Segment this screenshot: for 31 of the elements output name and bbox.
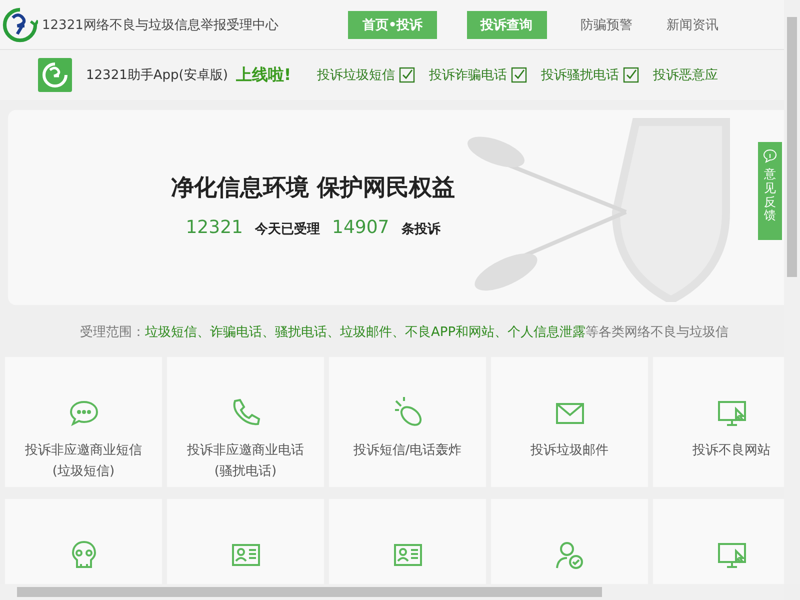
tile-label: 投诉非应邀商业短信 — [25, 442, 142, 459]
tile-label: (骚扰电话) — [214, 463, 277, 480]
complaint-tile[interactable]: 投诉短信/电话轰炸 — [329, 357, 486, 487]
site-title: 12321网络不良与垃圾信息举报受理中心 — [42, 16, 278, 34]
complaint-count: 14907 — [332, 217, 390, 238]
feature-label: 投诉诈骗电话 — [429, 67, 508, 84]
complaint-tile[interactable]: 投诉非应邀商业短信 (垃圾短信) — [5, 357, 162, 487]
count-unit: 条投诉 — [401, 221, 440, 238]
feature-label: 投诉垃圾短信 — [317, 67, 396, 84]
info-bubble-icon — [762, 148, 778, 164]
tile-label: 投诉短信/电话轰炸 — [353, 442, 462, 459]
complaint-tile[interactable]: 投诉垃圾邮件 — [491, 357, 648, 487]
hotline-number: 12321 — [186, 217, 243, 238]
feature-label: 投诉骚扰电话 — [541, 67, 620, 84]
user-check-icon — [554, 539, 586, 571]
tile-label: (垃圾短信) — [52, 463, 115, 480]
tile-label: 投诉垃圾邮件 — [530, 442, 608, 459]
tile-label: 投诉非应邀商业电话 — [187, 442, 304, 459]
complaint-tile[interactable]: 投诉非应邀商业电话 (骚扰电话) — [167, 357, 324, 487]
scope-text: 受理范围：垃圾短信、诈骗电话、骚扰电话、垃圾邮件、不良APP和网站、个人信息泄露等各类网络不良与垃圾信 — [80, 324, 730, 341]
complaint-tile[interactable]: 投诉不良网站 — [653, 357, 784, 487]
app-icon — [38, 58, 72, 92]
app-name: 12321助手App(安卓版) — [86, 67, 228, 84]
nav-link[interactable]: 防骗预警 — [580, 16, 633, 34]
tile-label: 投诉不良网站 — [692, 442, 770, 459]
banner-headline: 净化信息环境 保护网民权益 — [170, 174, 455, 203]
slogan: 上线啦! — [236, 64, 292, 86]
feature-label: 投诉恶意应 — [653, 67, 718, 84]
logo-icon — [2, 6, 38, 42]
nav-link[interactable]: 新闻资讯 — [666, 16, 719, 34]
today-label: 今天已受理 — [255, 220, 320, 238]
